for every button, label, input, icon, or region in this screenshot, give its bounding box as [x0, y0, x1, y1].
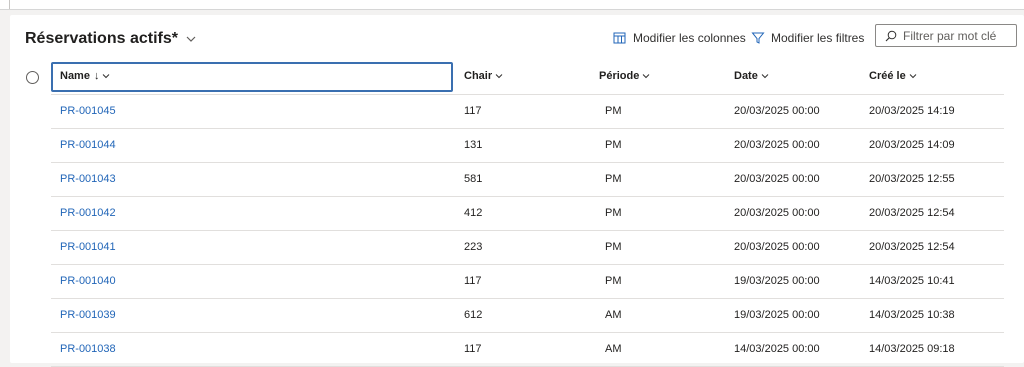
chair-cell: 117: [464, 105, 482, 117]
chevron-down-icon: [186, 36, 196, 42]
column-header-chair[interactable]: Chair: [464, 70, 503, 82]
periode-cell: AM: [605, 343, 622, 355]
column-header-cree-le[interactable]: Créé le: [869, 70, 917, 82]
keyword-filter[interactable]: [875, 24, 1017, 47]
cree-le-cell: 20/03/2025 14:19: [869, 105, 955, 117]
edit-columns-label: Modifier les colonnes: [633, 31, 746, 45]
table-row[interactable]: PR-001039 612 AM 19/03/2025 00:00 14/03/…: [51, 299, 1004, 333]
name-link[interactable]: PR-001039: [60, 309, 116, 321]
edit-columns-icon: [613, 32, 626, 44]
periode-cell: PM: [605, 207, 622, 219]
edit-columns-button[interactable]: Modifier les colonnes: [613, 31, 746, 45]
column-header-periode-label: Période: [599, 70, 640, 82]
date-cell: 20/03/2025 00:00: [734, 241, 820, 253]
table-row[interactable]: PR-001045 117 PM 20/03/2025 00:00 20/03/…: [51, 94, 1004, 129]
table-row[interactable]: PR-001038 117 AM 14/03/2025 00:00 14/03/…: [51, 333, 1004, 367]
chair-cell: 131: [464, 139, 483, 151]
table-row[interactable]: PR-001040 117 PM 19/03/2025 00:00 14/03/…: [51, 265, 1004, 299]
chair-cell: 117: [464, 343, 482, 355]
grid-panel: Réservations actifs* Modifier les colonn…: [10, 15, 1024, 367]
top-bar: [0, 0, 1024, 10]
chair-cell: 581: [464, 173, 483, 185]
filter-icon: [751, 32, 765, 44]
periode-cell: PM: [605, 275, 622, 287]
name-link[interactable]: PR-001041: [60, 241, 116, 253]
view-title: Réservations actifs*: [25, 30, 178, 47]
periode-cell: PM: [605, 241, 622, 253]
periode-cell: PM: [605, 139, 622, 151]
column-header-periode[interactable]: Période: [599, 70, 650, 82]
keyword-filter-input[interactable]: [903, 28, 1013, 43]
date-cell: 20/03/2025 00:00: [734, 139, 820, 151]
periode-cell: PM: [605, 173, 622, 185]
chevron-down-icon: [909, 74, 917, 79]
edit-filters-label: Modifier les filtres: [771, 31, 865, 45]
search-icon: [885, 30, 897, 41]
date-cell: 14/03/2025 00:00: [734, 343, 820, 355]
column-header-name[interactable]: Name ↓: [60, 70, 110, 82]
chair-cell: 612: [464, 309, 483, 321]
select-all-checkbox[interactable]: [26, 71, 39, 84]
cree-le-cell: 20/03/2025 12:55: [869, 173, 955, 185]
edit-filters-button[interactable]: Modifier les filtres: [751, 31, 864, 45]
cree-le-cell: 14/03/2025 10:38: [869, 309, 955, 321]
chevron-down-icon: [761, 74, 769, 79]
cree-le-cell: 20/03/2025 14:09: [869, 139, 955, 151]
column-header-cree-le-label: Créé le: [869, 70, 906, 82]
view-selector[interactable]: Réservations actifs*: [25, 30, 197, 48]
periode-cell: PM: [605, 105, 622, 117]
name-link[interactable]: PR-001040: [60, 275, 116, 287]
table-row[interactable]: PR-001044 131 PM 20/03/2025 00:00 20/03/…: [51, 129, 1004, 163]
date-cell: 20/03/2025 00:00: [734, 173, 820, 185]
table-row[interactable]: PR-001042 412 PM 20/03/2025 00:00 20/03/…: [51, 197, 1004, 231]
top-bar-divider: [9, 0, 10, 9]
date-cell: 20/03/2025 00:00: [734, 105, 820, 117]
name-link[interactable]: PR-001044: [60, 139, 116, 151]
date-cell: 19/03/2025 00:00: [734, 275, 820, 287]
cree-le-cell: 14/03/2025 09:18: [869, 343, 955, 355]
chair-cell: 223: [464, 241, 483, 253]
date-cell: 20/03/2025 00:00: [734, 207, 820, 219]
table-row[interactable]: PR-001043 581 PM 20/03/2025 00:00 20/03/…: [51, 163, 1004, 197]
name-link[interactable]: PR-001042: [60, 207, 116, 219]
name-link[interactable]: PR-001038: [60, 343, 116, 355]
chair-cell: 412: [464, 207, 483, 219]
column-header-date[interactable]: Date: [734, 70, 769, 82]
chevron-down-icon: [103, 74, 110, 79]
date-cell: 19/03/2025 00:00: [734, 309, 820, 321]
chevron-down-icon: [495, 74, 503, 79]
grid-rows: PR-001045 117 PM 20/03/2025 00:00 20/03/…: [10, 94, 1024, 367]
cree-le-cell: 20/03/2025 12:54: [869, 241, 955, 253]
cree-le-cell: 14/03/2025 10:41: [869, 275, 955, 287]
column-header-name-label: Name: [60, 70, 90, 82]
column-header-date-label: Date: [734, 70, 758, 82]
name-link[interactable]: PR-001043: [60, 173, 116, 185]
column-header-row: Name ↓ Chair Période Date Créé le: [10, 61, 1024, 93]
chair-cell: 117: [464, 275, 482, 287]
sort-descending-icon: ↓: [93, 70, 100, 82]
chevron-down-icon: [643, 74, 650, 79]
cree-le-cell: 20/03/2025 12:54: [869, 207, 955, 219]
table-row[interactable]: PR-001041 223 PM 20/03/2025 00:00 20/03/…: [51, 231, 1004, 265]
column-header-chair-label: Chair: [464, 70, 493, 82]
name-link[interactable]: PR-001045: [60, 105, 116, 117]
periode-cell: AM: [605, 309, 622, 321]
name-column-focus: [51, 62, 453, 92]
